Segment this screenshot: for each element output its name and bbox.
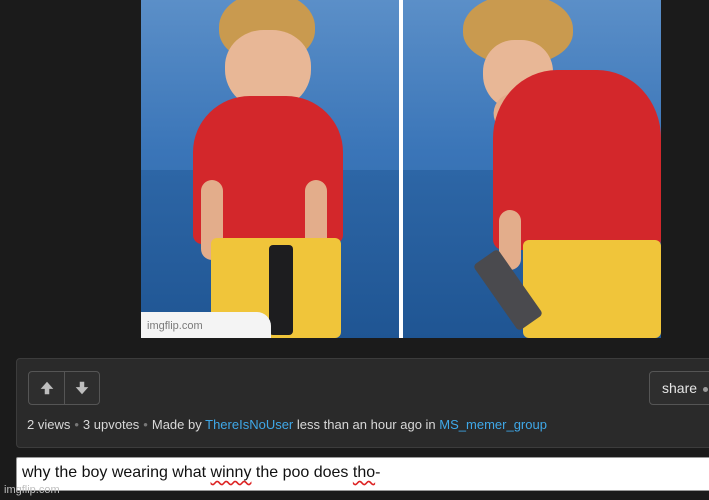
share-dot-icon [703,386,709,392]
meme-panel-right [403,0,661,338]
author-link[interactable]: ThereIsNoUser [205,417,293,432]
vote-group [28,371,100,405]
stream-link[interactable]: MS_memer_group [439,417,547,432]
view-count: 2 views [27,417,71,432]
arrow-up-icon [40,381,53,395]
comment-misspelled-word: tho [352,464,376,481]
upvote-count: 3 upvotes [82,417,140,432]
comment-input[interactable]: why the boy wearing what winny the poo d… [16,457,709,491]
share-label: share [662,380,698,396]
share-button[interactable]: share [649,371,709,405]
comment-text-middle: the poo does [251,464,353,481]
comment-text-end: - [375,464,381,481]
post-time: less than an hour ago in [296,417,436,432]
meme-info-panel: share 2 views • 3 upvotes • Made by ThereIsN… [16,358,709,448]
made-by-label: Made by [151,417,202,432]
meme-watermark: imgflip.com [147,320,203,332]
comment-text-start: why the boy wearing what [22,464,211,481]
upvote-button[interactable] [29,372,64,404]
downvote-button[interactable] [64,372,99,404]
imgflip-footer-watermark: imgflip.com [4,484,60,496]
meme-meta: 2 views • 3 upvotes • Made by ThereIsNoUser … [27,417,547,432]
comment-misspelled-word: winny [210,464,252,481]
meme-panel-left: imgflip.com [141,0,399,338]
arrow-down-icon [75,381,89,395]
meme-image: imgflip.com [141,0,661,338]
